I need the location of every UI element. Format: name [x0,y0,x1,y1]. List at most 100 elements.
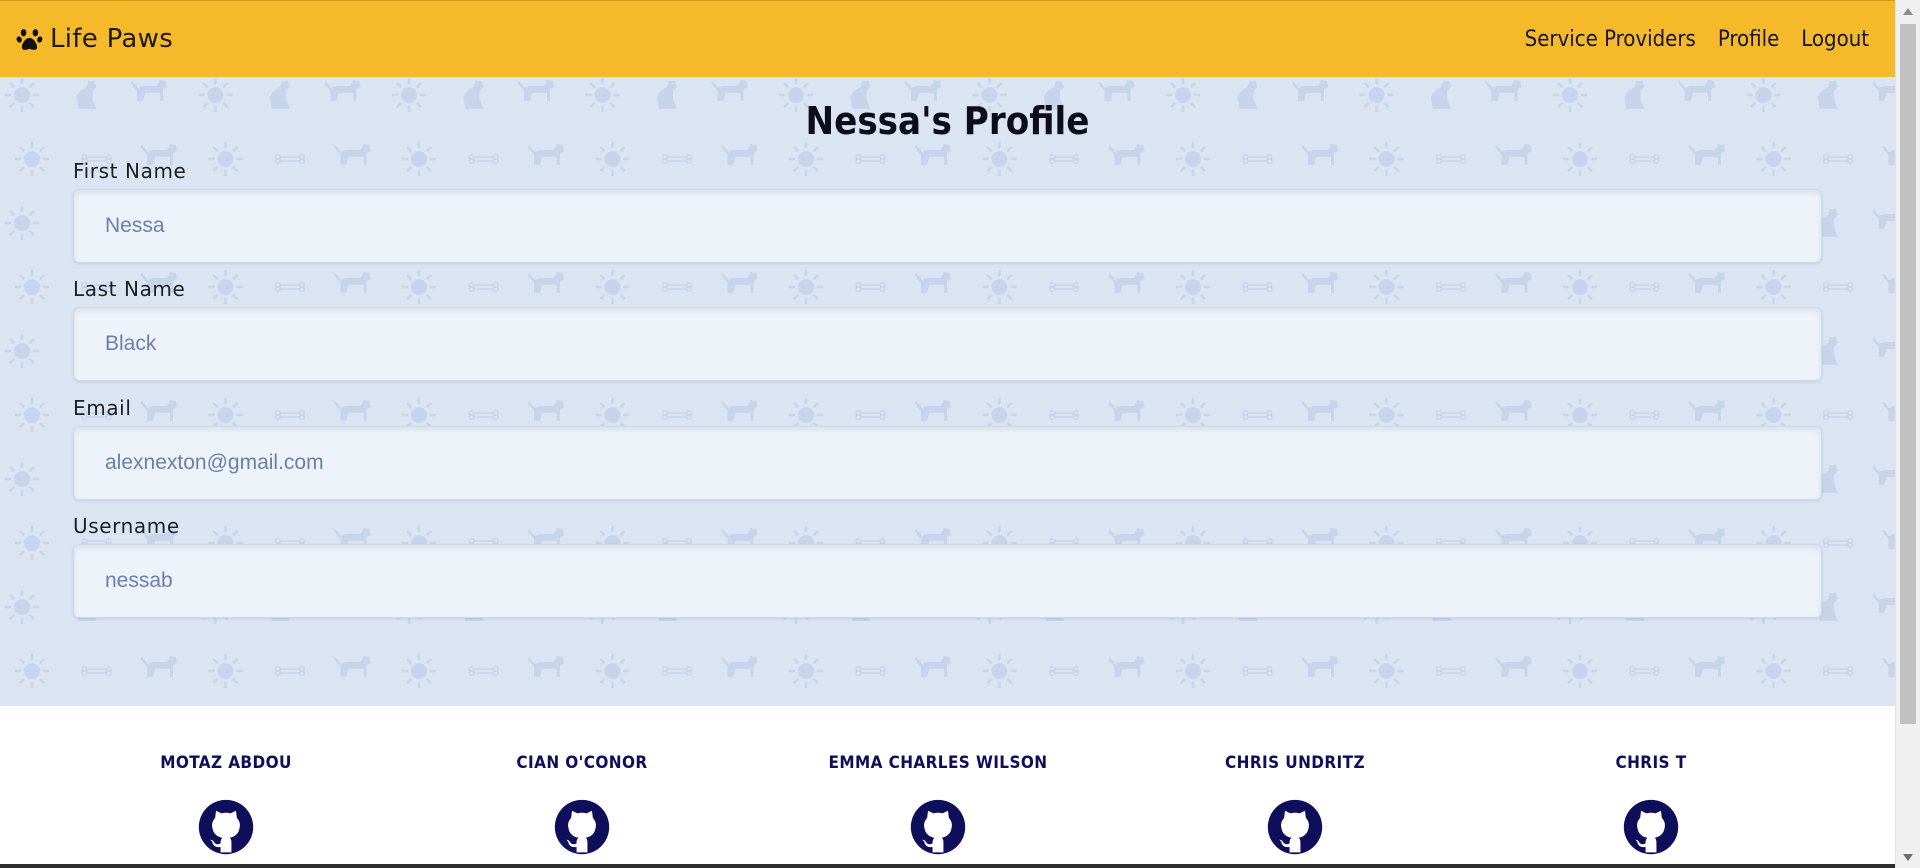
pattern-tile [661,281,693,293]
github-icon[interactable] [553,798,611,856]
pattern-tile [1435,153,1467,165]
pattern-tile [1756,653,1791,689]
pattern-tile [595,653,630,689]
vertical-scrollbar[interactable] [1895,0,1920,868]
pattern-tile [661,409,693,421]
pattern-tile [1048,153,1080,165]
nav-link-profile[interactable]: Profile [1718,27,1779,52]
pattern-tile [1822,281,1854,293]
pattern-tile [1872,206,1895,231]
pattern-tile [1678,78,1717,103]
pattern-tile [1175,141,1211,177]
pattern-tile [1629,153,1660,165]
scroll-down-arrow-icon[interactable] [1896,846,1920,868]
pattern-tile [14,269,50,305]
pattern-tile [1301,142,1340,167]
pattern-tile [1872,462,1895,487]
pattern-tile [1562,141,1598,177]
pattern-tile [711,78,749,103]
pattern-tile [1435,665,1467,677]
pattern-tile [914,270,953,295]
github-icon[interactable] [197,798,255,856]
team-member: CHRIS T [1473,706,1829,860]
github-icon[interactable] [909,798,967,856]
pattern-tile [1369,141,1404,177]
pattern-tile [208,269,243,305]
username-field[interactable] [73,544,1822,618]
pattern-tile [468,665,499,677]
pattern-tile [1108,654,1146,679]
pattern-tile [1108,142,1146,167]
pattern-tile [401,653,437,689]
pattern-tile [721,654,759,679]
pattern-tile [1242,281,1273,293]
team-member: MOTAZ ABDOU [48,706,404,860]
pattern-tile [208,141,243,177]
pattern-tile [1882,142,1895,167]
pattern-tile [334,398,372,423]
email-field[interactable] [73,426,1822,500]
pattern-tile [1629,409,1660,421]
nav-link-logout[interactable]: Logout [1801,27,1869,52]
github-icon[interactable] [1266,798,1324,856]
brand-link[interactable]: Life Paws [16,24,173,54]
pattern-tile [1688,654,1727,679]
pattern-tile [1301,654,1340,679]
pattern-tile [855,281,886,293]
pattern-tile [982,653,1017,689]
scroll-up-arrow-icon[interactable] [1896,0,1920,22]
pattern-tile [914,398,953,423]
footer: MOTAZ ABDOU CIAN O'CONOR EMMA CHARLES WI… [0,706,1895,868]
pattern-tile [855,665,886,677]
email-label: Email [73,396,132,420]
last-name-field[interactable] [73,307,1822,381]
pattern-tile [1098,78,1136,103]
pattern-tile [208,653,243,689]
pattern-tile [1369,653,1404,689]
pattern-tile [855,153,886,165]
pattern-tile [1108,398,1146,423]
pattern-tile [1562,269,1598,305]
pattern-tile [14,397,50,433]
first-name-field[interactable] [73,189,1822,263]
pattern-tile [517,78,556,103]
pattern-tile [140,654,179,679]
pattern-tile [1629,281,1660,293]
first-name-label: First Name [73,159,187,183]
pattern-tile [661,665,693,677]
github-icon[interactable] [1622,798,1680,856]
pattern-tile [274,153,306,165]
pattern-tile [1495,270,1533,295]
last-name-label: Last Name [73,277,186,301]
pattern-tile [401,141,437,177]
pattern-tile [14,141,50,177]
pattern-tile [1822,409,1854,421]
pattern-tile [904,78,943,103]
nav-link-service-providers[interactable]: Service Providers [1525,27,1696,52]
pattern-tile [721,398,759,423]
pattern-tile [1242,153,1273,165]
pattern-tile [1242,665,1273,677]
member-name: CHRIS T [1615,753,1687,773]
pattern-tile [527,270,566,295]
pattern-tile [334,270,372,295]
pattern-tile [1688,270,1727,295]
pattern-tile [1108,270,1146,295]
navbar: Life Paws Service Providers Profile Logo… [0,0,1895,77]
pattern-tile [1688,142,1727,167]
pattern-tile [1495,398,1533,423]
pattern-tile [1435,409,1467,421]
team-member: CIAN O'CONOR [404,706,760,860]
pattern-tile [982,141,1017,177]
scrollbar-thumb[interactable] [1900,24,1916,724]
page: Life Paws Service Providers Profile Logo… [0,0,1895,868]
pattern-tile [914,142,953,167]
pattern-tile [274,281,306,293]
pattern-tile [1756,269,1791,305]
pattern-tile [1495,654,1533,679]
pattern-tile [324,78,362,103]
pattern-tile [1175,653,1211,689]
pattern-tile [1822,665,1854,677]
pattern-tile [1562,653,1598,689]
page-title: Nessa's Profile [805,99,1090,143]
